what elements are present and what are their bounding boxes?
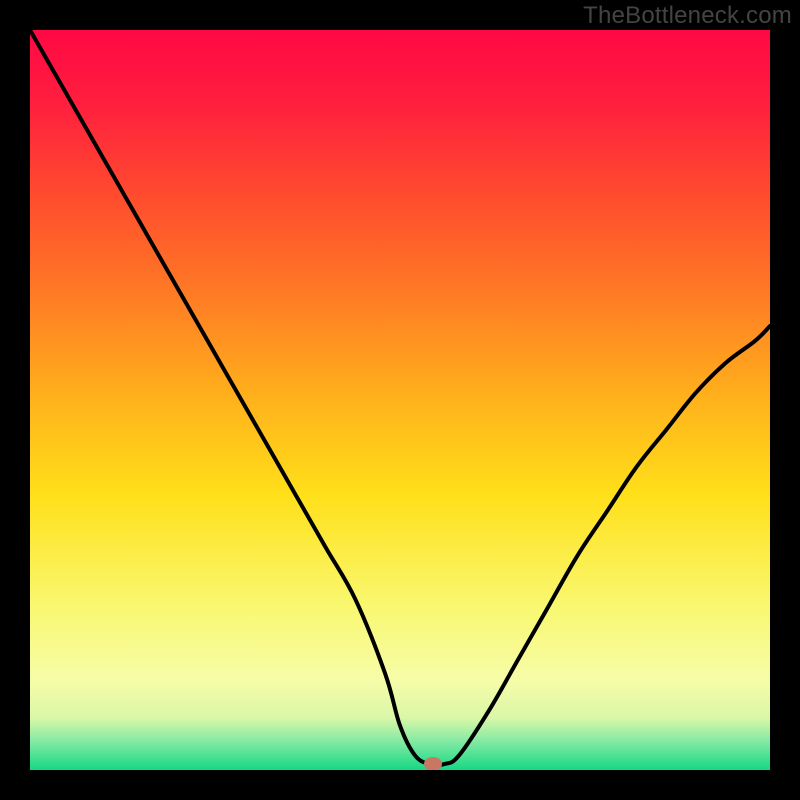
bottleneck-curve [30,30,770,770]
chart-frame: TheBottleneck.com [0,0,800,800]
watermark-text: TheBottleneck.com [583,2,792,30]
optimal-point-marker [424,757,442,770]
plot-area [30,30,770,770]
